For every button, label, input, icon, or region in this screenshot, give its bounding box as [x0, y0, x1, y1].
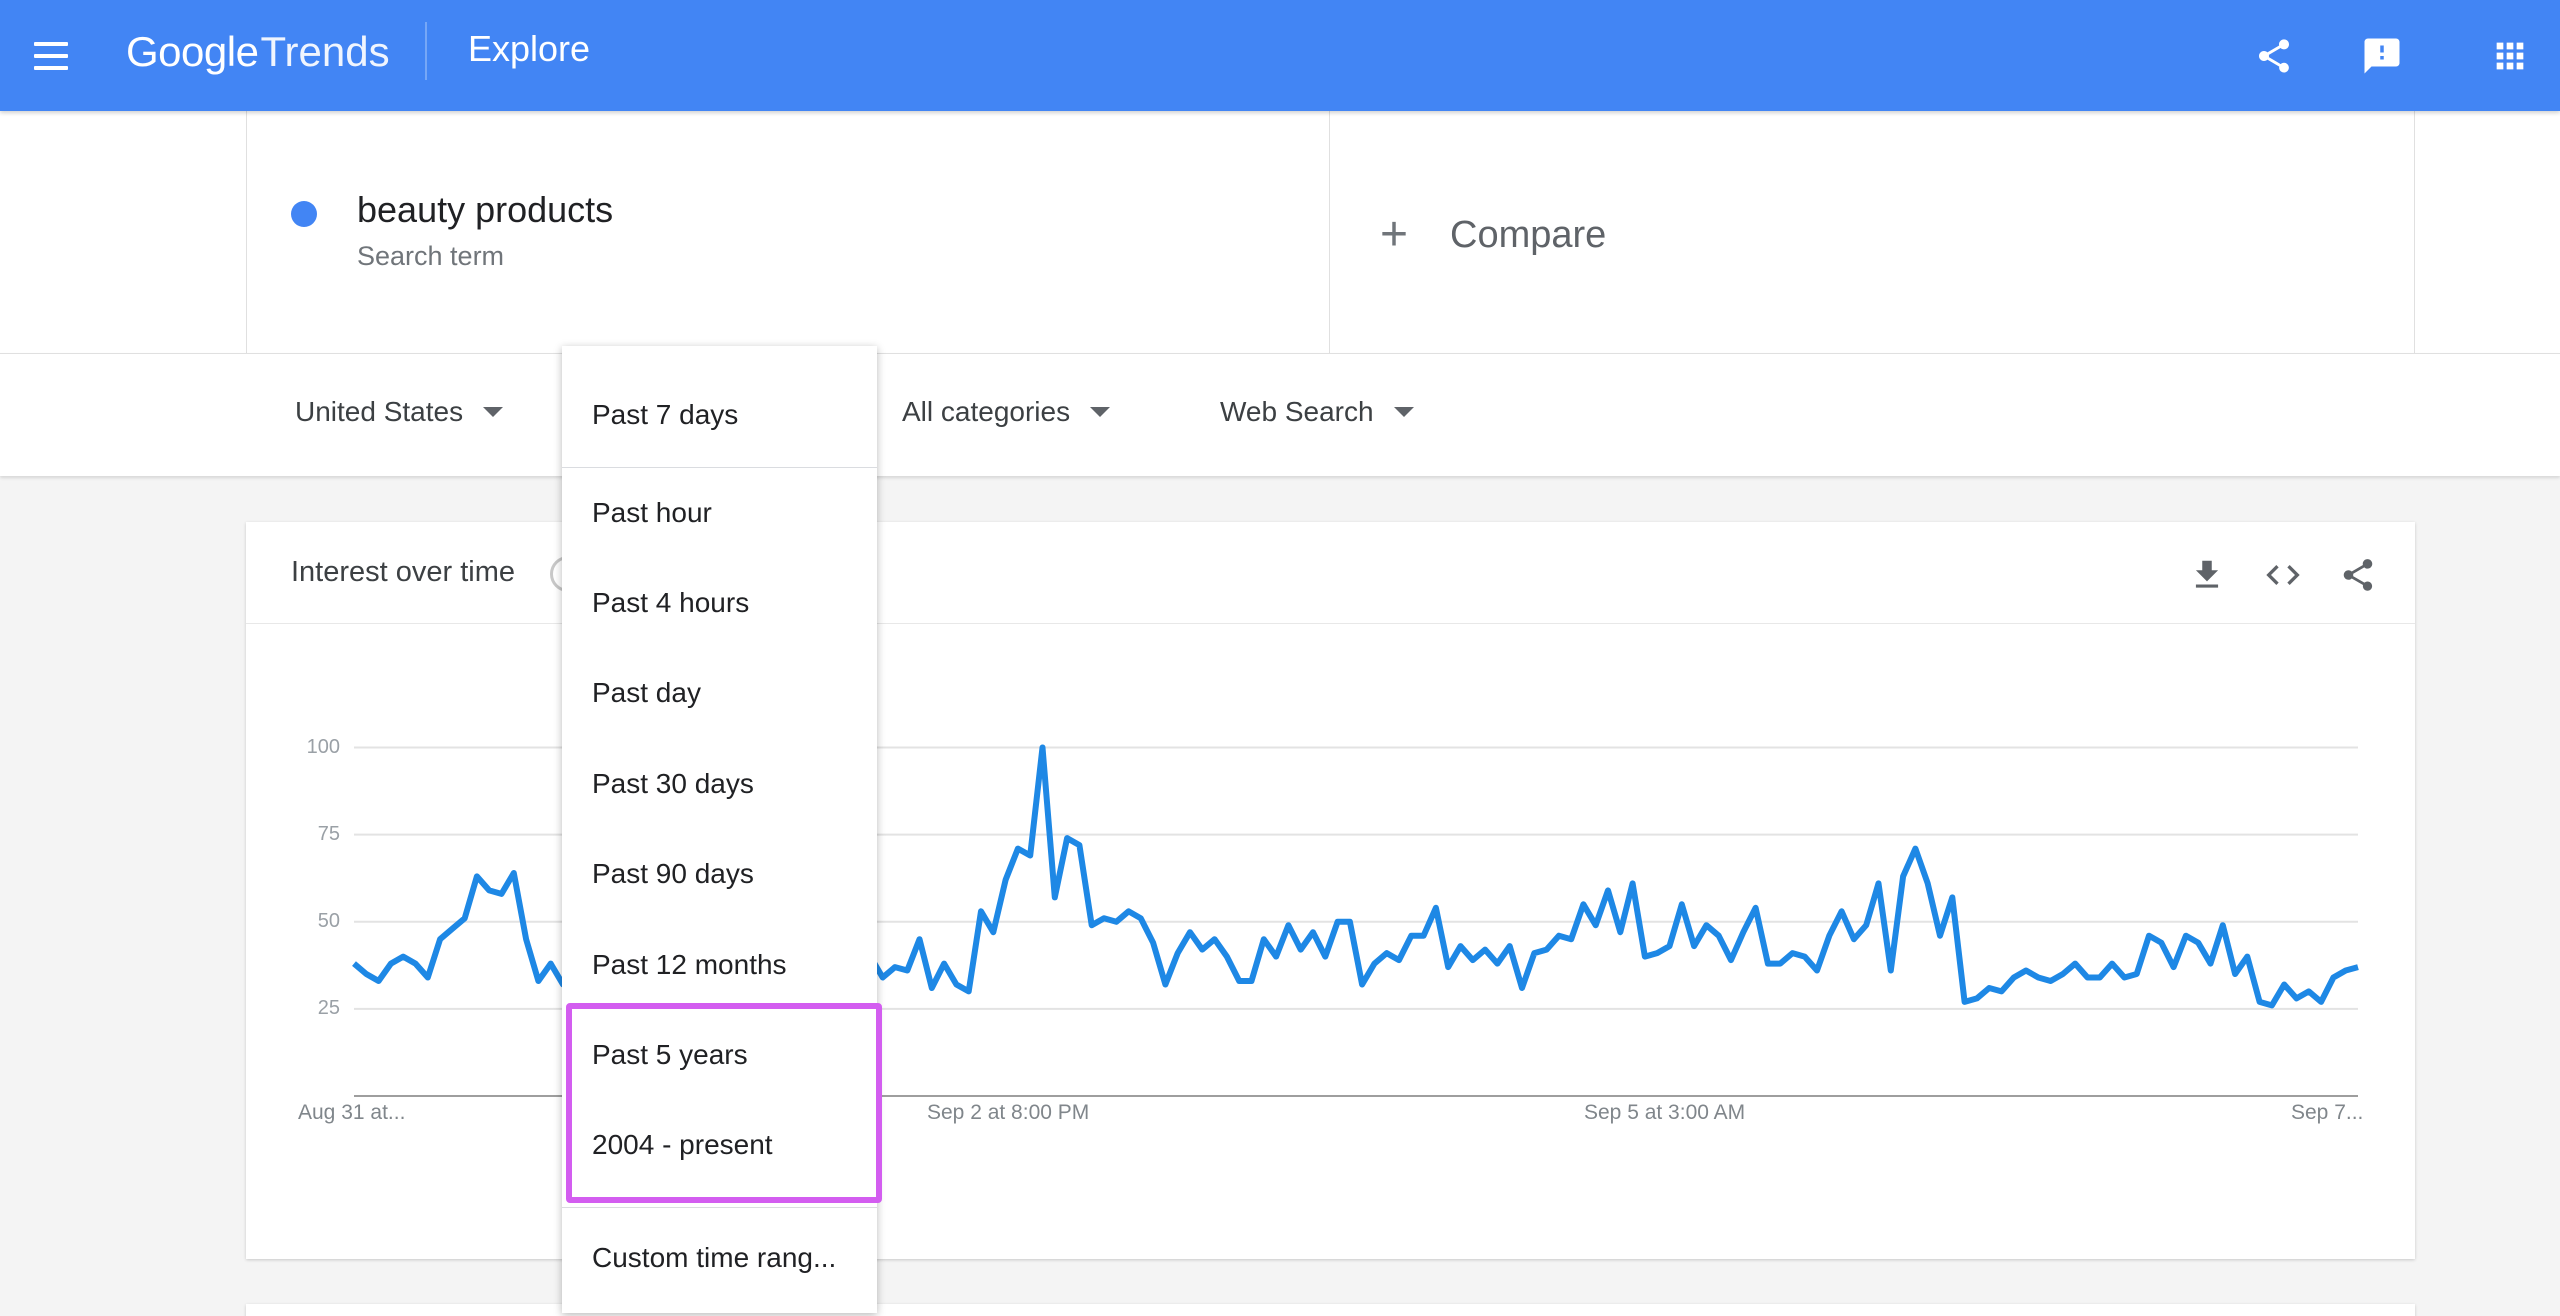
category-filter[interactable]: All categories: [902, 396, 1111, 428]
time-option-past-12-months[interactable]: Past 12 months: [592, 949, 787, 981]
google-trends-logo[interactable]: GoogleTrends: [126, 28, 390, 84]
embed-icon[interactable]: [2258, 550, 2308, 600]
time-option-past-5-years[interactable]: Past 5 years: [592, 1039, 748, 1071]
time-option-custom-range[interactable]: Custom time rang...: [592, 1242, 836, 1274]
apps-icon[interactable]: [2482, 28, 2538, 84]
y-tick-label: 100: [306, 736, 340, 758]
y-tick-label: 50: [317, 910, 340, 932]
search-term-card[interactable]: [246, 111, 1330, 353]
time-option-2004-present[interactable]: 2004 - present: [592, 1129, 773, 1161]
x-tick-label: Sep 2 at 8:00 PM: [927, 1101, 1090, 1124]
time-range-dropdown: [562, 346, 877, 1313]
plus-icon: +: [1380, 208, 1409, 261]
dropdown-divider: [562, 467, 877, 468]
chevron-down-icon: [1393, 406, 1414, 417]
search-term-color-dot: [291, 201, 317, 227]
time-option-past-4-hours[interactable]: Past 4 hours: [592, 587, 749, 619]
download-icon[interactable]: [2182, 550, 2232, 600]
search-property-filter-label: Web Search: [1220, 396, 1374, 427]
share-icon[interactable]: [2333, 550, 2383, 600]
card-title: Interest over time: [291, 556, 516, 588]
time-option-selected[interactable]: Past 7 days: [592, 399, 738, 431]
search-term-type: Search term: [357, 241, 505, 271]
category-filter-label: All categories: [902, 396, 1071, 427]
logo-trends-text: Trends: [260, 28, 390, 75]
search-term-name[interactable]: beauty products: [357, 189, 613, 231]
time-option-past-30-days[interactable]: Past 30 days: [592, 768, 754, 800]
y-tick-label: 25: [317, 997, 340, 1019]
time-option-past-hour[interactable]: Past hour: [592, 497, 712, 529]
feedback-icon[interactable]: [2354, 28, 2410, 84]
time-option-past-90-days[interactable]: Past 90 days: [592, 858, 754, 890]
x-tick-label: Sep 5 at 3:00 AM: [1584, 1101, 1746, 1124]
region-filter[interactable]: United States: [295, 396, 504, 428]
menu-icon[interactable]: [30, 34, 74, 78]
share-icon[interactable]: [2246, 28, 2302, 84]
region-filter-label: United States: [295, 396, 464, 427]
chevron-down-icon: [483, 406, 504, 417]
x-tick-label: Sep 7...: [2291, 1101, 2364, 1124]
x-tick-label: Aug 31 at...: [298, 1101, 406, 1124]
time-option-past-day[interactable]: Past day: [592, 677, 701, 709]
dropdown-divider: [562, 1207, 877, 1208]
page-title: Explore: [468, 28, 591, 69]
y-tick-label: 75: [317, 823, 340, 845]
compare-label[interactable]: Compare: [1450, 214, 1606, 257]
search-property-filter[interactable]: Web Search: [1220, 396, 1414, 428]
chevron-down-icon: [1090, 406, 1111, 417]
logo-google-text: Google: [126, 28, 259, 75]
app-bar-divider: [425, 22, 427, 80]
app-bar: GoogleTrends Explore: [0, 0, 2560, 111]
